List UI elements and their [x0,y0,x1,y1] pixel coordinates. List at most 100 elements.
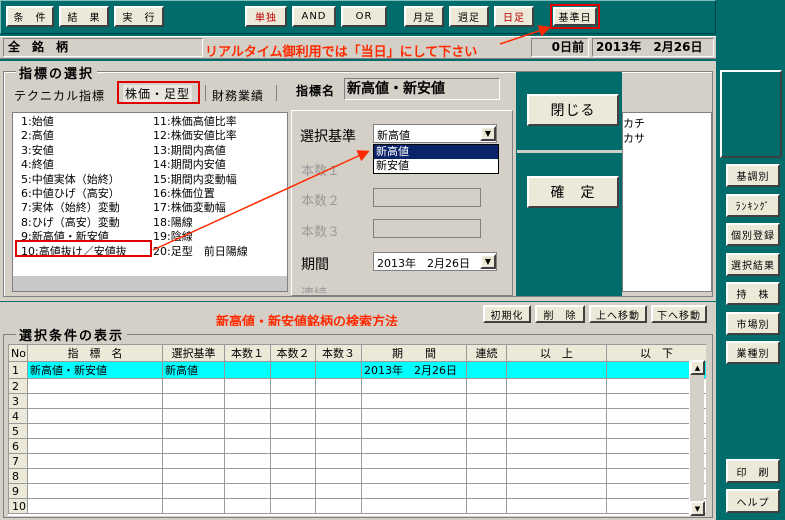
table-row[interactable]: 8 [8,468,706,484]
table-cell[interactable] [224,468,271,484]
table-cell[interactable] [466,438,507,454]
table-cell[interactable] [162,393,225,409]
indicator-item[interactable]: 14:期間内安値 [153,158,226,172]
table-cell[interactable] [315,453,362,469]
table-cell[interactable] [506,361,607,379]
table-cell[interactable] [361,453,467,469]
list-h-scrollbar[interactable] [13,276,287,291]
table-cell[interactable] [315,423,362,439]
indicator-item[interactable]: 2:高値 [21,129,54,143]
table-cell[interactable] [466,468,507,484]
right-menu-button[interactable]: 基調別 [726,164,780,187]
table-cell[interactable] [162,408,225,424]
table-row[interactable]: 6 [8,438,706,454]
indicator-item[interactable]: 12:株価安値比率 [153,129,237,143]
table-cell[interactable] [361,423,467,439]
indicator-item[interactable]: 18:陽線 [153,216,193,230]
indicator-item[interactable]: 3:安値 [21,144,54,158]
indicator-item[interactable]: 17:株価変動幅 [153,201,226,215]
table-cell[interactable] [224,423,271,439]
table-cell[interactable] [506,408,607,424]
count2-input[interactable] [373,188,481,207]
daily-button[interactable]: 日足 [494,6,534,27]
table-row[interactable]: 5 [8,423,706,439]
table-row[interactable]: 2 [8,378,706,394]
indicator-item[interactable]: 20:足型 前日陽線 [153,245,248,259]
right-menu-button[interactable]: ﾗﾝｷﾝｸﾞ [726,193,780,217]
or-button[interactable]: OR [341,6,387,27]
table-cell[interactable] [224,453,271,469]
table-cell[interactable] [162,468,225,484]
indicator-item[interactable]: 16:株価位置 [153,187,215,201]
table-cell[interactable] [27,453,163,469]
table-cell[interactable] [506,438,607,454]
table-cell[interactable] [270,423,316,439]
indicator-item[interactable]: 1:始値 [21,115,54,129]
count3-input[interactable] [373,219,481,238]
chevron-down-icon[interactable]: ▼ [480,254,496,269]
table-row[interactable]: 4 [8,408,706,424]
table-cell[interactable] [224,408,271,424]
table-cell[interactable] [315,361,362,379]
tab-technical[interactable]: テクニカル指標 [14,87,105,104]
monthly-button[interactable]: 月足 [404,6,444,27]
table-cell[interactable] [162,498,225,514]
table-cell[interactable] [224,498,271,514]
table-cell[interactable] [506,498,607,514]
period-select[interactable]: 2013年 2月26日 ▼ [373,252,497,271]
table-cell[interactable]: 2013年 2月26日 [361,361,467,379]
table-cell[interactable]: 新高値・新安値 [27,361,163,379]
single-button[interactable]: 単独 [245,6,287,27]
right-menu-button[interactable]: 個別登録 [726,223,780,246]
table-cell[interactable] [506,378,607,394]
table-cell[interactable] [162,378,225,394]
table-cell[interactable] [506,483,607,499]
result-button[interactable]: 結 果 [59,6,109,27]
indicator-item[interactable]: 11:株価高値比率 [153,115,237,129]
table-cell[interactable] [270,393,316,409]
table-row[interactable]: 9 [8,483,706,499]
table-cell[interactable] [315,438,362,454]
table-cell[interactable] [162,423,225,439]
chevron-down-icon[interactable]: ▼ [480,126,496,141]
right-menu-button[interactable]: 持 株 [726,282,780,305]
scroll-up-icon[interactable]: ▲ [690,360,705,375]
table-cell[interactable] [270,408,316,424]
table-cell[interactable] [361,468,467,484]
table-cell[interactable] [270,361,316,379]
table-cell[interactable] [27,438,163,454]
table-cell[interactable] [27,423,163,439]
table-cell[interactable] [270,453,316,469]
table-cell[interactable] [315,408,362,424]
table-cell[interactable] [315,393,362,409]
table-cell[interactable] [361,483,467,499]
indicator-item[interactable]: 6:中値ひげ（高安） [21,187,120,201]
table-cell[interactable]: 新高値 [162,361,225,379]
and-button[interactable]: AND [292,6,336,27]
table-cell[interactable] [27,378,163,394]
days-before-field[interactable]: 0日前 [531,38,589,57]
table-cell[interactable] [466,408,507,424]
indicator-item[interactable]: 8:ひげ（高安）変動 [21,216,120,230]
table-cell[interactable] [361,408,467,424]
table-row[interactable]: 7 [8,453,706,469]
help-button[interactable]: ヘルプ [726,489,780,513]
table-cell[interactable] [27,393,163,409]
table-cell[interactable] [270,378,316,394]
close-button[interactable]: 閉じる [527,94,619,126]
table-cell[interactable] [361,393,467,409]
dropdown-option-new-high[interactable]: 新高値 [374,145,498,159]
table-cell[interactable] [466,361,507,379]
right-menu-button[interactable]: 選択結果 [726,252,780,276]
condition-button[interactable]: 条 件 [6,6,54,27]
table-cell[interactable] [466,483,507,499]
table-cell[interactable] [270,483,316,499]
table-cell[interactable] [224,483,271,499]
table-cell[interactable] [466,393,507,409]
confirm-button[interactable]: 確 定 [527,176,619,208]
scroll-down-icon[interactable]: ▼ [690,501,705,516]
indicator-item[interactable]: 19:陰線 [153,230,193,244]
table-cell[interactable] [270,468,316,484]
table-cell[interactable] [466,453,507,469]
table-cell[interactable] [162,483,225,499]
